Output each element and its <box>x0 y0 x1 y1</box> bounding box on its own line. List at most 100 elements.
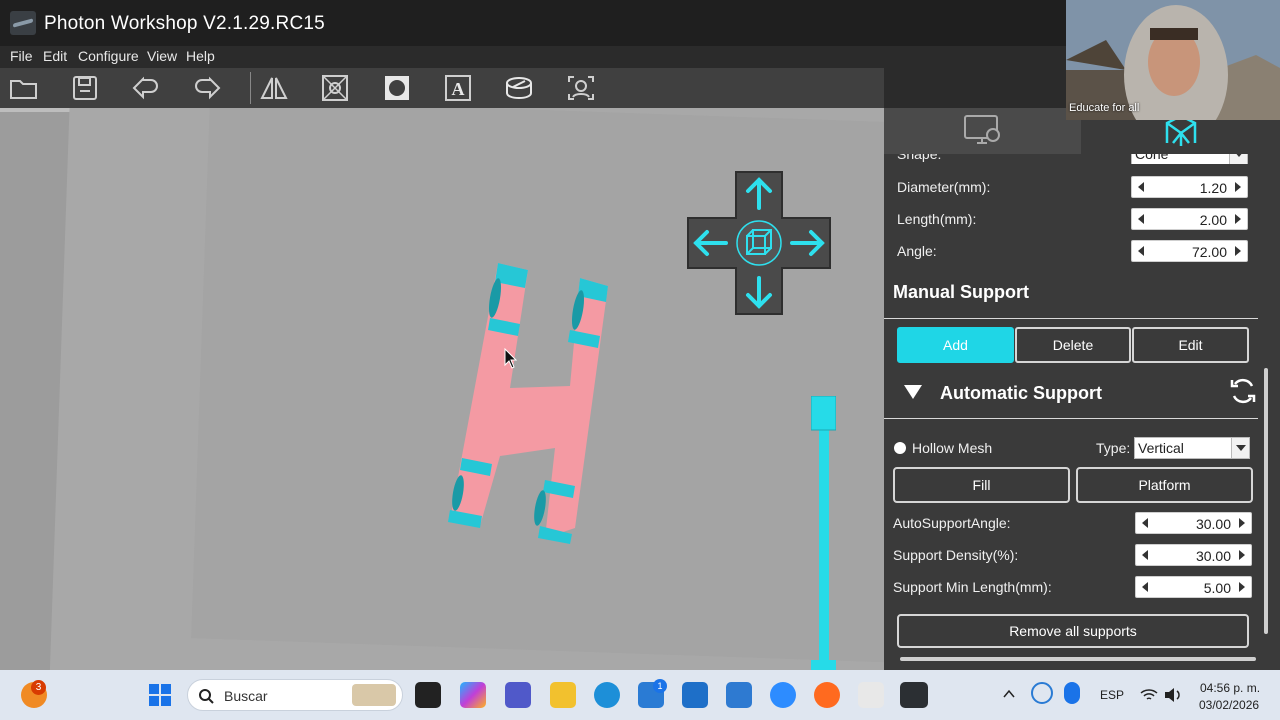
decrement-arrow-icon[interactable] <box>1142 550 1148 560</box>
increment-arrow-icon[interactable] <box>1235 214 1241 224</box>
support-min-length-value: 5.00 <box>1203 580 1231 596</box>
decrement-arrow-icon[interactable] <box>1138 246 1144 256</box>
increment-arrow-icon[interactable] <box>1239 550 1245 560</box>
webcam-overlay: Educate for all <box>1066 0 1280 120</box>
horizontal-scrollbar[interactable] <box>900 657 1256 661</box>
zoom-icon[interactable] <box>770 682 796 708</box>
menu-configure[interactable]: Configure <box>78 48 139 64</box>
monitor-settings-icon <box>963 115 1000 144</box>
wifi-icon[interactable] <box>1140 687 1158 703</box>
length-label: Length(mm): <box>897 211 977 227</box>
diameter-spinbox[interactable]: 1.20 <box>1131 176 1248 198</box>
decrement-arrow-icon[interactable] <box>1138 214 1144 224</box>
increment-arrow-icon[interactable] <box>1235 246 1241 256</box>
diameter-label: Diameter(mm): <box>897 179 991 195</box>
refresh-icon[interactable] <box>1228 376 1258 406</box>
microsoft-store-icon[interactable] <box>682 682 708 708</box>
punch-hole-icon[interactable] <box>380 73 414 103</box>
search-placeholder: Buscar <box>224 688 268 704</box>
hollow-mesh-radio[interactable] <box>894 442 906 454</box>
open-folder-icon[interactable] <box>7 73 41 103</box>
menu-help[interactable]: Help <box>186 48 215 64</box>
support-density-label: Support Density(%): <box>893 547 1019 563</box>
menu-edit[interactable]: Edit <box>43 48 67 64</box>
type-select[interactable]: Vertical <box>1134 437 1250 459</box>
clock-time[interactable]: 04:56 p. m. <box>1200 681 1260 695</box>
mirror-icon[interactable] <box>257 73 291 103</box>
collapse-triangle-icon[interactable] <box>903 384 923 400</box>
store-badge: 1 <box>653 679 667 693</box>
3d-viewport[interactable] <box>0 108 884 670</box>
microphone-icon[interactable] <box>1064 682 1080 704</box>
fill-button[interactable]: Fill <box>893 467 1070 503</box>
type-value: Vertical <box>1138 440 1184 456</box>
increment-arrow-icon[interactable] <box>1239 518 1245 528</box>
support-density-value: 30.00 <box>1195 548 1231 564</box>
remote-desktop-icon[interactable] <box>726 682 752 708</box>
angle-spinbox[interactable]: 72.00 <box>1131 240 1248 262</box>
divider <box>884 418 1258 419</box>
decrement-arrow-icon[interactable] <box>1138 182 1144 192</box>
save-icon[interactable] <box>68 73 102 103</box>
shape-label: Shape: <box>897 154 942 162</box>
redo-icon[interactable] <box>190 73 224 103</box>
chevron-down-icon <box>1231 438 1249 458</box>
vertical-scrollbar[interactable] <box>1264 368 1268 634</box>
undo-icon[interactable] <box>129 73 163 103</box>
chevron-up-icon[interactable] <box>1003 689 1015 699</box>
hollow-mesh-label: Hollow Mesh <box>912 440 993 456</box>
delete-support-button[interactable]: Delete <box>1015 327 1131 363</box>
angle-label: Angle: <box>897 243 937 259</box>
tab-print-settings[interactable] <box>884 108 1081 154</box>
slice-icon[interactable] <box>502 73 536 103</box>
decrement-arrow-icon[interactable] <box>1142 518 1148 528</box>
hollow-icon[interactable] <box>318 73 352 103</box>
clock-date[interactable]: 03/02/2026 <box>1199 698 1259 712</box>
edge-icon[interactable] <box>594 682 620 708</box>
language-indicator[interactable]: ESP <box>1100 688 1124 702</box>
copilot-icon[interactable] <box>460 682 486 708</box>
snipping-tool-icon[interactable] <box>858 682 884 708</box>
increment-arrow-icon[interactable] <box>1239 582 1245 592</box>
sync-icon[interactable] <box>1031 682 1053 704</box>
toolbar: A <box>0 68 884 108</box>
view-navigation-cube[interactable] <box>686 170 832 316</box>
platform-button[interactable]: Platform <box>1076 467 1253 503</box>
window-title: Photon Workshop V2.1.29.RC15 <box>44 13 325 34</box>
teams-icon[interactable] <box>505 682 531 708</box>
file-explorer-icon[interactable] <box>550 682 576 708</box>
webcam-label: Educate for all <box>1069 102 1140 114</box>
taskbar-search[interactable]: Buscar <box>187 679 403 711</box>
decrement-arrow-icon[interactable] <box>1142 582 1148 592</box>
shape-select[interactable]: Cone <box>1131 154 1248 164</box>
support-density-spinbox[interactable]: 30.00 <box>1135 544 1252 566</box>
search-highlight-icon <box>352 684 396 706</box>
photon-workshop-taskbar-icon[interactable] <box>900 682 928 708</box>
volume-icon[interactable] <box>1164 687 1182 703</box>
menu-view[interactable]: View <box>147 48 177 64</box>
text-icon[interactable]: A <box>441 73 475 103</box>
notification-badge: 3 <box>31 680 46 695</box>
shape-row: Shape: Cone <box>884 154 1280 164</box>
type-label: Type: <box>1096 440 1131 456</box>
auto-support-angle-value: 30.00 <box>1195 516 1231 532</box>
windows-start-icon[interactable] <box>148 683 172 707</box>
diameter-value: 1.20 <box>1199 180 1227 196</box>
edit-support-button[interactable]: Edit <box>1132 327 1249 363</box>
chevron-down-icon <box>1229 154 1247 164</box>
menu-file[interactable]: File <box>10 48 33 64</box>
support-min-length-spinbox[interactable]: 5.00 <box>1135 576 1252 598</box>
remove-all-supports-button[interactable]: Remove all supports <box>897 614 1249 648</box>
task-view-icon[interactable] <box>415 682 441 708</box>
add-support-button[interactable]: Add <box>897 327 1014 363</box>
model-h-part[interactable] <box>440 258 620 548</box>
layer-height-slider[interactable] <box>810 395 837 670</box>
firefox-icon[interactable] <box>814 682 840 708</box>
mouse-cursor-icon <box>504 348 518 369</box>
length-spinbox[interactable]: 2.00 <box>1131 208 1248 230</box>
increment-arrow-icon[interactable] <box>1235 182 1241 192</box>
auto-support-angle-spinbox[interactable]: 30.00 <box>1135 512 1252 534</box>
length-value: 2.00 <box>1199 212 1227 228</box>
face-icon[interactable] <box>564 73 598 103</box>
divider <box>884 318 1258 319</box>
